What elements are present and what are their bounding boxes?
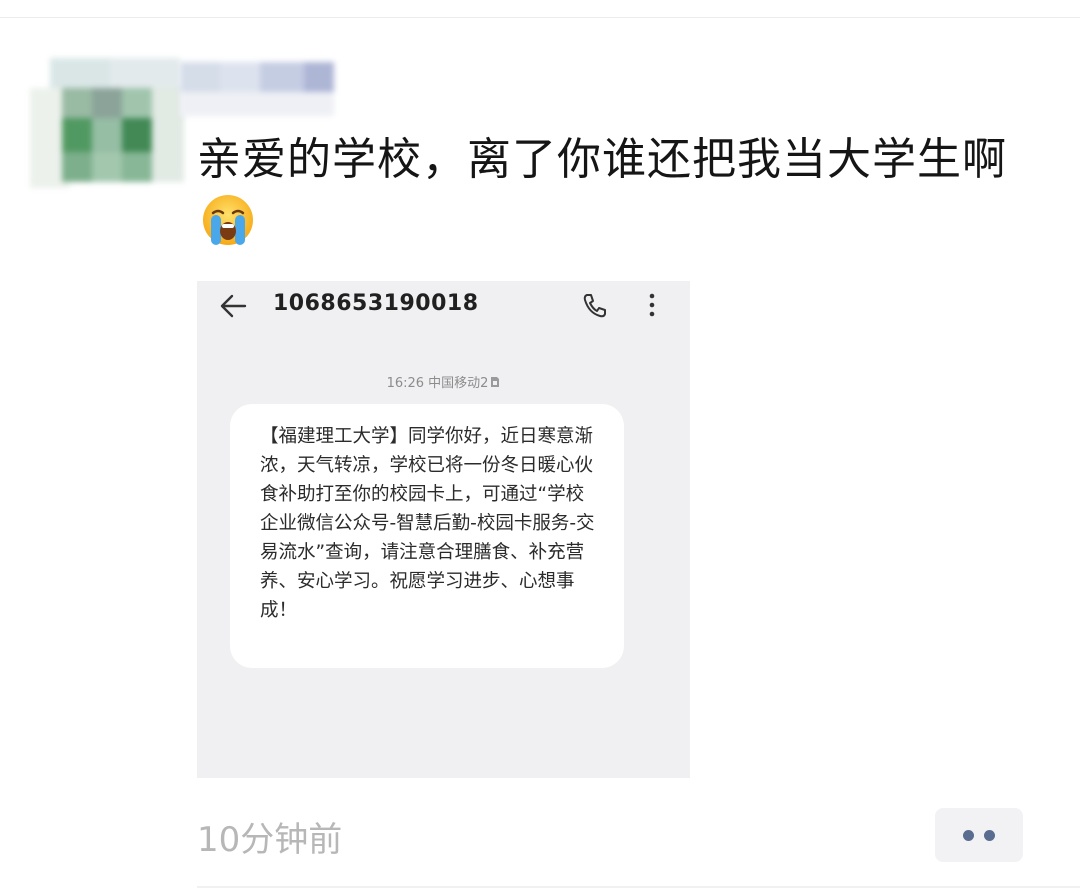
sms-meta: 16:26 中国移动2 [197, 372, 690, 391]
phone-call-icon [583, 294, 606, 318]
avatar[interactable] [30, 58, 190, 190]
comment-more-button[interactable] [935, 808, 1023, 862]
top-divider [0, 17, 1080, 18]
dot-icon [963, 830, 974, 841]
sms-header: 1068653190018 [197, 281, 690, 331]
back-arrow-icon [220, 294, 247, 318]
dot-icon [984, 830, 995, 841]
sms-message-text: 【福建理工大学】同学你好，近日寒意渐浓，天气转凉，学校已将一份冬日暖心伙食补助打… [260, 426, 595, 621]
sms-screenshot-image[interactable]: 1068653190018 16:26 中国移动2 【福建理工大学】同学你好，近… [197, 281, 690, 778]
bottom-divider [197, 886, 1080, 888]
user-name[interactable] [180, 58, 340, 116]
sms-meta-text: 16:26 中国移动2 [386, 376, 489, 391]
post-text-content: 亲爱的学校，离了你谁还把我当大学生啊 [197, 134, 1007, 185]
sms-phone-number: 1068653190018 [273, 291, 479, 316]
sim-card-icon [491, 377, 500, 387]
sms-message-bubble: 【福建理工大学】同学你好，近日寒意渐浓，天气转凉，学校已将一份冬日暖心伙食补助打… [230, 404, 624, 668]
loudly-crying-face-icon [203, 195, 253, 245]
more-vertical-icon [649, 293, 655, 317]
post-text: 亲爱的学校，离了你谁还把我当大学生啊 [197, 128, 1037, 256]
post-timestamp: 10分钟前 [197, 820, 343, 860]
